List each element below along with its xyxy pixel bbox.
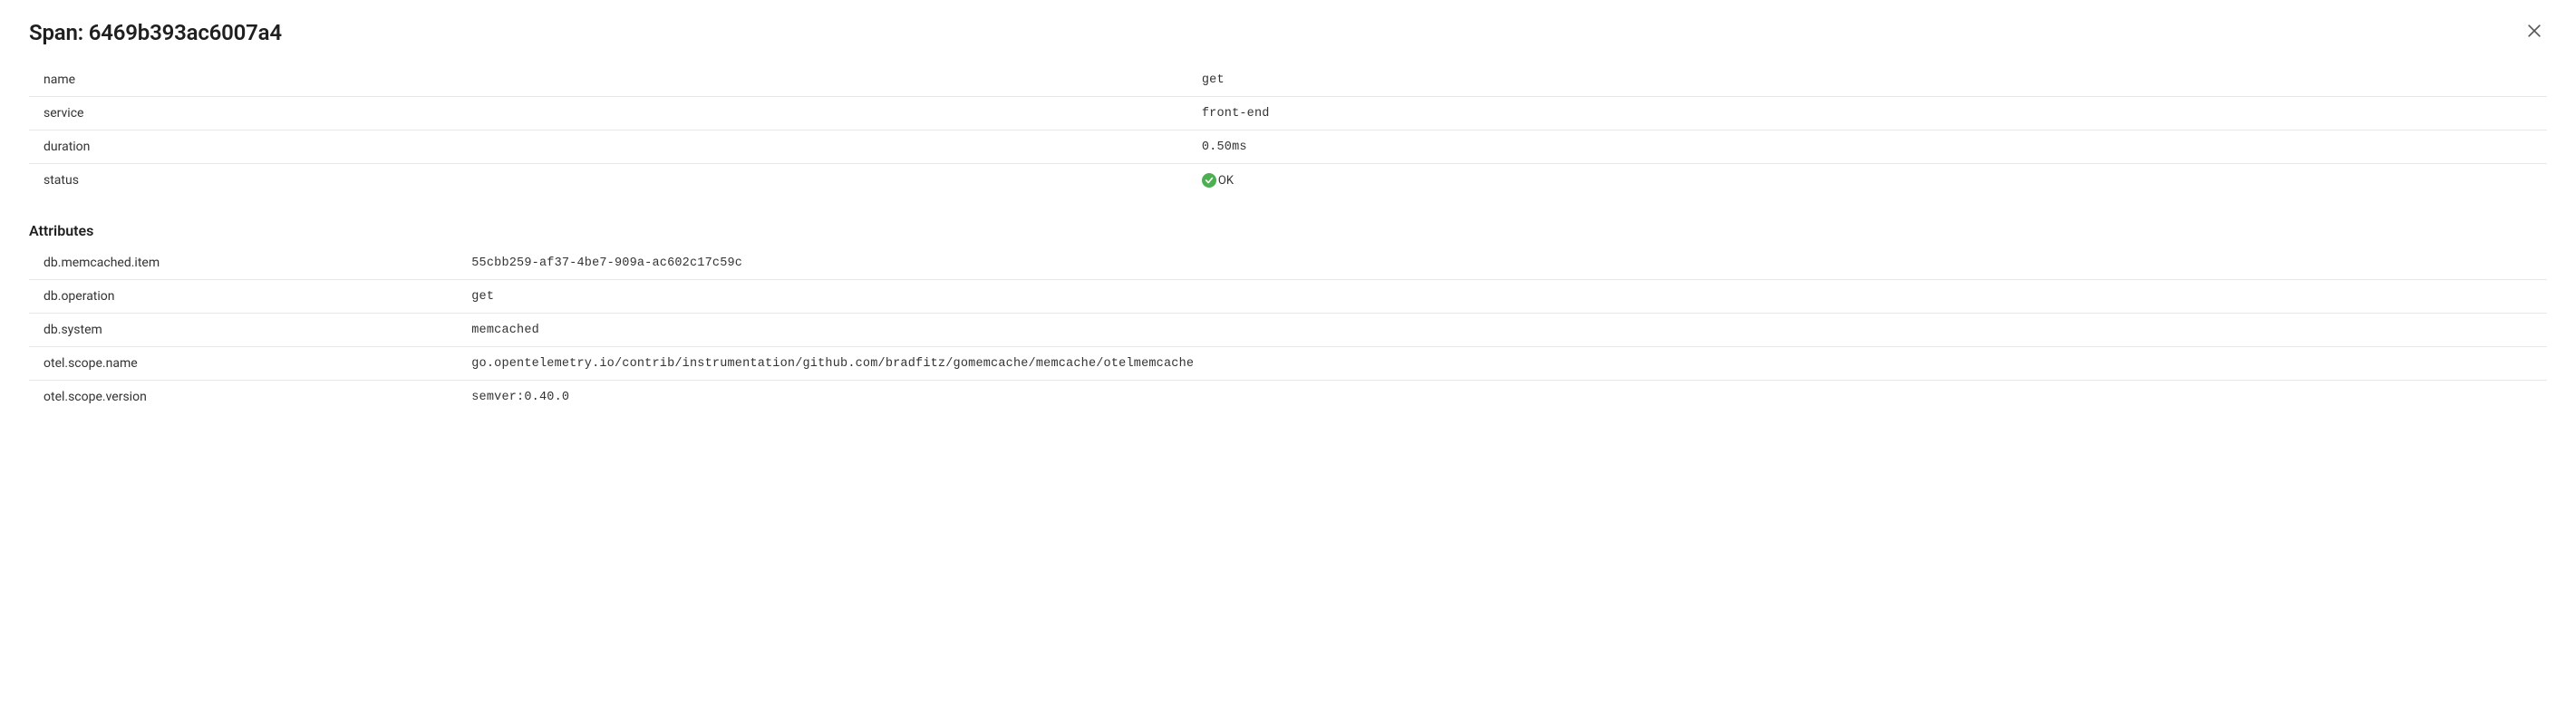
attributes-heading: Attributes xyxy=(29,222,2547,239)
attribute-value: get xyxy=(457,280,2547,314)
summary-value: front-end xyxy=(1187,97,2547,131)
close-icon xyxy=(2525,22,2543,44)
attribute-key: otel.scope.name xyxy=(29,347,457,381)
attribute-row: otel.scope.versionsemver:0.40.0 xyxy=(29,381,2547,414)
panel-header: Span: 6469b393ac6007a4 xyxy=(29,18,2547,47)
summary-value: 0.50ms xyxy=(1187,131,2547,164)
attribute-row: db.memcached.item55cbb259-af37-4be7-909a… xyxy=(29,247,2547,280)
status-badge: OK xyxy=(1202,173,2547,188)
attribute-row: db.systemmemcached xyxy=(29,314,2547,347)
summary-table: namegetservicefront-endduration0.50mssta… xyxy=(29,63,2547,197)
summary-row: servicefront-end xyxy=(29,97,2547,131)
attribute-row: db.operationget xyxy=(29,280,2547,314)
attribute-key: db.operation xyxy=(29,280,457,314)
attributes-table: db.memcached.item55cbb259-af37-4be7-909a… xyxy=(29,247,2547,413)
summary-key: status xyxy=(29,164,1187,198)
summary-key: name xyxy=(29,63,1187,97)
attribute-value: go.opentelemetry.io/contrib/instrumentat… xyxy=(457,347,2547,381)
summary-key: service xyxy=(29,97,1187,131)
summary-value: OK xyxy=(1187,164,2547,198)
attribute-value: memcached xyxy=(457,314,2547,347)
attribute-value: 55cbb259-af37-4be7-909a-ac602c17c59c xyxy=(457,247,2547,280)
summary-row: nameget xyxy=(29,63,2547,97)
title-prefix: Span: xyxy=(29,20,89,45)
close-button[interactable] xyxy=(2522,18,2547,47)
span-id: 6469b393ac6007a4 xyxy=(89,20,282,45)
panel-title: Span: 6469b393ac6007a4 xyxy=(29,20,282,45)
summary-row: status OK xyxy=(29,164,2547,198)
summary-key: duration xyxy=(29,131,1187,164)
summary-value: get xyxy=(1187,63,2547,97)
attribute-key: db.memcached.item xyxy=(29,247,457,280)
attribute-row: otel.scope.namego.opentelemetry.io/contr… xyxy=(29,347,2547,381)
attribute-value: semver:0.40.0 xyxy=(457,381,2547,414)
status-text: OK xyxy=(1218,174,1234,188)
attribute-key: otel.scope.version xyxy=(29,381,457,414)
check-circle-icon xyxy=(1202,173,1216,188)
attribute-key: db.system xyxy=(29,314,457,347)
summary-row: duration0.50ms xyxy=(29,131,2547,164)
